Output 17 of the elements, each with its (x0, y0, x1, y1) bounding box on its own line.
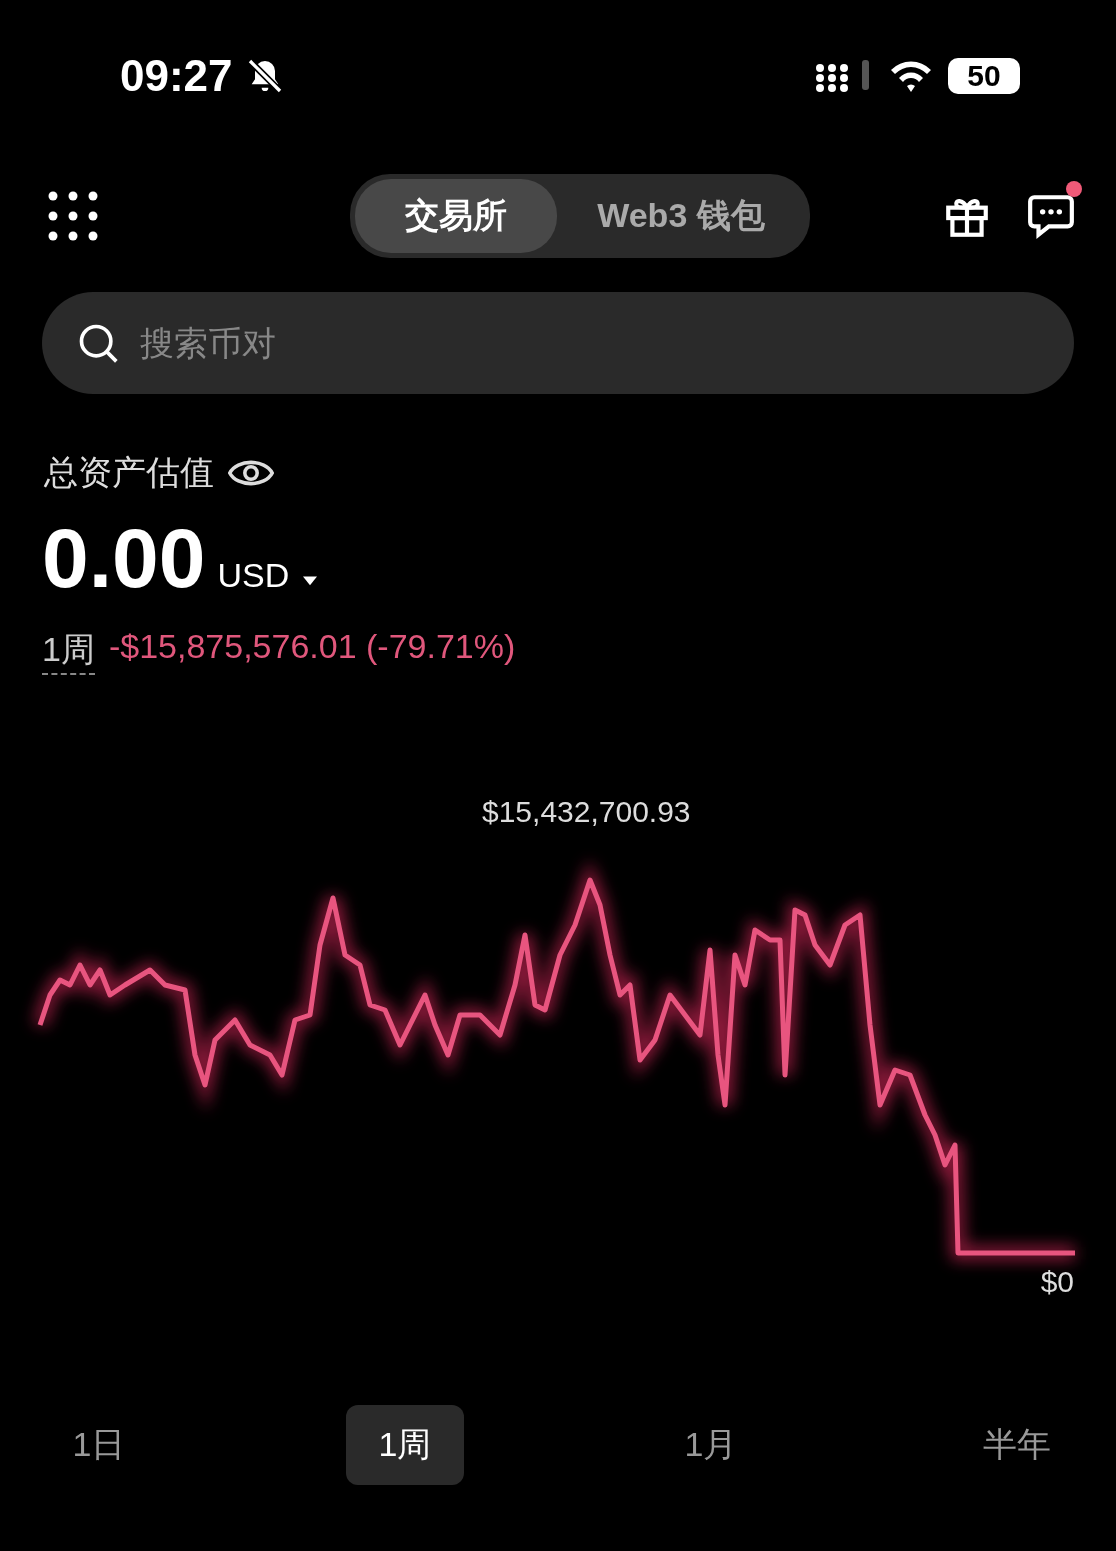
tab[interactable]: Web3 钱包 (557, 179, 805, 253)
high-price-label: $15,432,700.93 (482, 795, 691, 829)
currency-label: USD (217, 556, 290, 595)
search-field[interactable]: 搜索币对 (42, 292, 1074, 394)
tab[interactable]: 交易所 (355, 179, 558, 253)
period-tab[interactable]: 1月 (652, 1405, 770, 1485)
apps-grid-icon[interactable] (48, 191, 98, 241)
period-label[interactable]: 1周 (42, 627, 95, 675)
battery-icon: 50 (948, 58, 1020, 94)
period-tab[interactable]: 半年 (958, 1405, 1076, 1485)
period-tab[interactable]: 1周 (346, 1405, 464, 1485)
balance-label: 总资产估值 (44, 452, 214, 493)
status-time: 09:27 (120, 51, 233, 101)
period-tab[interactable]: 1日 (40, 1405, 158, 1485)
low-price-label: $0 (1040, 1265, 1074, 1299)
balance-value: 0.00 (42, 510, 206, 607)
change-amount: -$15,875,576.01 (-79.71%) (108, 627, 516, 667)
